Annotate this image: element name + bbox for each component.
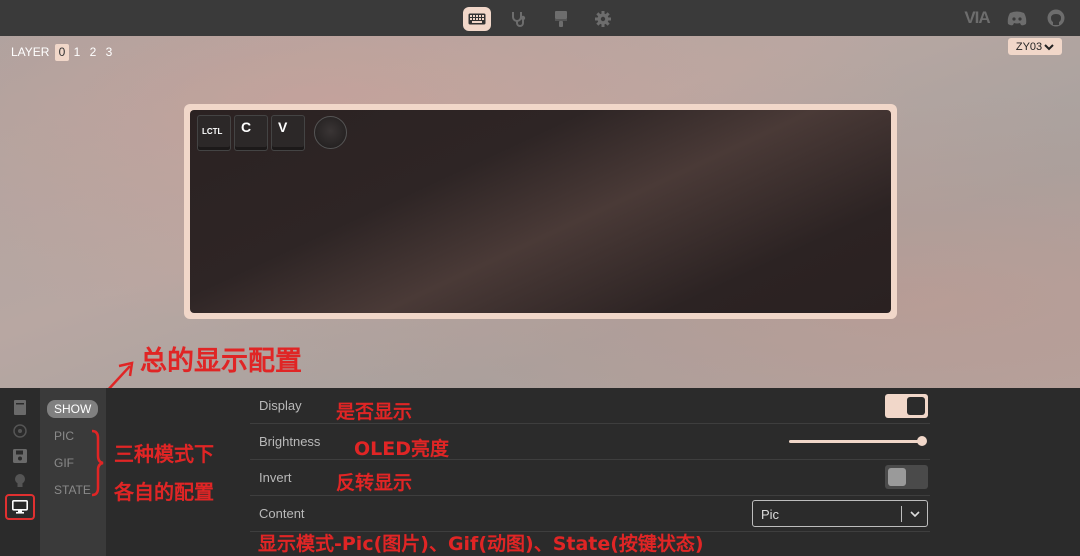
chevron-down-icon (1044, 43, 1054, 50)
display-label: Display (259, 398, 302, 413)
submenu-pic[interactable]: PIC (54, 429, 74, 443)
submenu-state[interactable]: STATE (54, 483, 91, 497)
invert-label: Invert (259, 470, 292, 485)
layer-label: LAYER (11, 45, 50, 59)
via-logo[interactable]: VIA (960, 8, 994, 28)
content-select-value: Pic (761, 507, 780, 522)
submenu-show[interactable]: SHOW (47, 400, 99, 418)
chevron-down-icon (910, 511, 920, 518)
display-toggle-knob (907, 397, 925, 415)
book-icon[interactable] (10, 397, 30, 417)
brightness-slider-thumb[interactable] (917, 436, 927, 446)
keyboard-frame: LCTL C V (184, 104, 897, 319)
annotation-bracket (91, 429, 104, 497)
layer-3-button[interactable]: 3 (102, 44, 116, 61)
annotation-content: 显示模式-Pic(图片)、Gif(动图)、State(按键状态) (258, 533, 704, 555)
annotation-modes-line1: 三种模式下 (114, 442, 214, 466)
device-name: ZY03 (1015, 40, 1043, 53)
annotation-display: 是否显示 (336, 401, 413, 423)
device-selector[interactable]: ZY03 (1008, 38, 1062, 55)
circle-dot-icon[interactable] (10, 421, 30, 441)
annotation-brightness: OLED亮度 (354, 438, 450, 460)
invert-toggle-knob (888, 468, 906, 486)
key-v-label: V (278, 119, 288, 135)
paintbrush-icon[interactable] (547, 7, 575, 31)
top-toolbar: VIA (0, 0, 1080, 36)
discord-icon[interactable] (1005, 8, 1029, 28)
github-icon[interactable] (1045, 8, 1067, 28)
invert-toggle[interactable] (885, 465, 928, 489)
key-c-label: C (241, 119, 252, 135)
stethoscope-icon[interactable] (505, 7, 533, 31)
keyboard-plate: LCTL C V (190, 110, 891, 313)
save-icon[interactable] (10, 446, 30, 466)
layer-2-button[interactable]: 2 (86, 44, 100, 61)
via-logo-text: VIA (964, 8, 990, 27)
keyboard-icon[interactable] (463, 7, 491, 31)
left-nav (0, 388, 40, 556)
gear-icon[interactable] (589, 7, 617, 31)
annotation-modes-line2: 各自的配置 (114, 480, 214, 504)
content-row: Content Pic (250, 496, 930, 532)
key-c[interactable]: C (234, 115, 268, 151)
content-label: Content (259, 506, 305, 521)
brightness-slider[interactable] (789, 440, 922, 443)
annotation-invert: 反转显示 (336, 472, 413, 494)
submenu-gif[interactable]: GIF (54, 456, 74, 470)
display-toggle[interactable] (885, 394, 928, 418)
configure-panel: SHOW PIC GIF STATE 三种模式下 各自的配置 Display 是… (0, 388, 1080, 556)
layer-1-button[interactable]: 1 (70, 44, 84, 61)
select-divider (901, 506, 902, 522)
key-v[interactable]: V (271, 115, 305, 151)
key-lctl-label: LCTL (202, 127, 223, 136)
lightbulb-icon[interactable] (10, 471, 30, 491)
key-lctl[interactable]: LCTL (197, 115, 231, 151)
annotation-overall: 总的显示配置 (140, 346, 302, 377)
monitor-icon[interactable] (5, 494, 35, 520)
content-select[interactable]: Pic (752, 500, 928, 527)
keyboard-canvas: LAYER 0 1 2 3 ZY03 LCTL C V 总的显示配置 (0, 36, 1080, 405)
brightness-label: Brightness (259, 434, 321, 449)
layer-0-button[interactable]: 0 (55, 44, 69, 61)
rotary-knob[interactable] (314, 116, 347, 149)
brightness-row: Brightness (250, 424, 930, 460)
